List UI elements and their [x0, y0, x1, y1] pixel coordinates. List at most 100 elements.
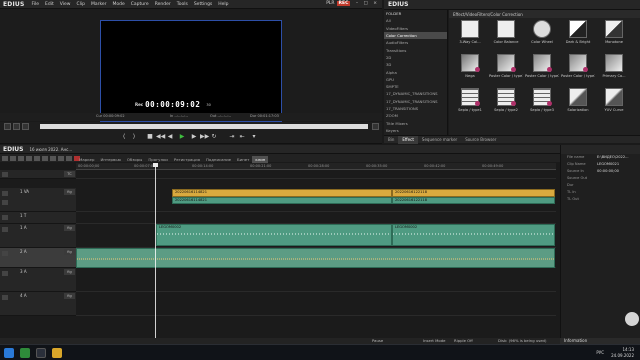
folder-item[interactable]: VideoFilters [384, 25, 447, 32]
rewind-icon[interactable]: ◀◀ [156, 133, 165, 141]
zoom-in-icon[interactable] [13, 123, 20, 130]
stop-icon[interactable]: ■ [146, 133, 154, 141]
folder-item[interactable]: All [384, 17, 447, 24]
tab-bin[interactable]: Bin [384, 136, 398, 144]
track-header[interactable]: 3 A fig [0, 268, 76, 292]
play-icon[interactable]: ▶ [178, 133, 186, 141]
clock[interactable]: 14:13 24.09.2022 [611, 347, 634, 358]
folder-item[interactable]: Alpha [384, 68, 447, 75]
menu-clip[interactable]: Clip [73, 2, 88, 7]
track-header[interactable]: TC [0, 170, 76, 179]
folder-item[interactable]: Title Mixers [384, 119, 447, 126]
close-icon[interactable]: × [373, 1, 377, 6]
redo-icon[interactable] [34, 155, 40, 161]
player-recorder-toggle[interactable]: PLR REC – □ × [326, 1, 377, 6]
tab-source-browser[interactable]: Source Browser [461, 136, 500, 144]
audio-clip[interactable] [76, 248, 555, 268]
new-sequence-icon[interactable] [2, 155, 8, 161]
track-header[interactable]: 1 T [0, 212, 76, 224]
language-indicator[interactable]: РУС [596, 350, 604, 355]
folder-item[interactable]: 17_DYNAMIC_TRANSITIONS [384, 90, 447, 97]
save-icon[interactable] [18, 155, 24, 161]
menu-view[interactable]: View [57, 2, 74, 7]
effect-item[interactable]: Color Balance [489, 20, 523, 50]
playhead[interactable] [155, 163, 156, 338]
folder-icon[interactable] [52, 348, 62, 358]
effect-item[interactable]: 3-Way Col... [453, 20, 487, 50]
plr-label[interactable]: PLR [326, 1, 334, 6]
effect-item[interactable]: Dark & Bright [561, 20, 595, 50]
sequence-tab[interactable]: Интервью [97, 156, 123, 163]
effect-item[interactable]: Sepia / type3 [525, 88, 559, 118]
effect-item[interactable]: Poster Color / type2 [525, 54, 559, 84]
sequence-tab-active[interactable]: клип [252, 156, 269, 163]
effect-item[interactable]: YUV Curve [597, 88, 631, 118]
sequence-tab[interactable]: Бинет [234, 156, 252, 163]
menu-render[interactable]: Render [152, 2, 174, 7]
track-header[interactable]: 1 VA fig [0, 188, 76, 212]
audio-clip[interactable]: LEGOM0002 [156, 224, 392, 246]
effect-item[interactable]: Poster Color / type3 [561, 54, 595, 84]
track-header-selected[interactable]: 2 A fig [0, 248, 76, 268]
title-icon[interactable] [2, 215, 8, 220]
position-slider[interactable] [40, 124, 368, 129]
folder-item[interactable]: SMPTE [384, 83, 447, 90]
sequence-tab[interactable]: Подписание [203, 156, 234, 163]
sequence-tab[interactable]: Прогулки [145, 156, 171, 163]
track-lane[interactable] [76, 292, 556, 316]
menu-capture[interactable]: Capture [128, 2, 152, 7]
folder-item[interactable]: ZOOM [384, 112, 447, 119]
preview-monitor[interactable]: Rec 00:00:09:02 30 [100, 20, 282, 122]
menu-settings[interactable]: Settings [191, 2, 215, 7]
tab-sequence-marker[interactable]: Sequence marker [418, 136, 461, 144]
audio-clip[interactable]: LEGOM0002 [392, 224, 555, 246]
undo-icon[interactable] [26, 155, 32, 161]
start-icon[interactable] [4, 348, 14, 358]
tab-effect[interactable]: Effect [398, 135, 418, 144]
sequence-tab[interactable]: Маркер [76, 156, 97, 163]
fast-forward-icon[interactable]: ▶▶ [200, 133, 209, 141]
loop-icon[interactable]: ↻ [210, 133, 218, 141]
menu-edit[interactable]: Edit [42, 2, 57, 7]
menu-mode[interactable]: Mode [110, 2, 128, 7]
folder-item[interactable]: Transitions [384, 46, 447, 53]
audio-icon[interactable] [2, 271, 8, 276]
track-header[interactable]: 1 A fig [0, 224, 76, 248]
folder-item[interactable]: 17_TRANSITIONS [384, 105, 447, 112]
folder-item[interactable]: 17_DYNAMIC_TRANSITIONS [384, 98, 447, 105]
track-lane[interactable] [76, 170, 556, 179]
audio-icon[interactable] [2, 227, 8, 232]
minimize-icon[interactable]: – [356, 1, 358, 6]
step-forward-icon[interactable]: ▶ [190, 133, 198, 141]
paste-icon[interactable] [58, 155, 64, 161]
audio-icon[interactable] [2, 200, 8, 205]
menu-tools[interactable]: Tools [174, 2, 191, 7]
effect-item[interactable]: Primary Co... [597, 54, 631, 84]
step-back-icon[interactable]: ◀ [166, 133, 174, 141]
timeline-ruler[interactable]: 00:00:00;00 00:00:07:00 00:00:14:00 00:0… [76, 163, 556, 170]
effect-item[interactable]: Color Wheel [525, 20, 559, 50]
track-switch[interactable]: fig [64, 269, 75, 275]
copy-icon[interactable] [50, 155, 56, 161]
track-switch[interactable]: fig [64, 189, 75, 195]
delete-icon[interactable] [66, 155, 72, 161]
set-in-icon[interactable]: ⟨ [120, 133, 128, 141]
folder-item[interactable]: GPU [384, 76, 447, 83]
playhead-handle[interactable] [153, 163, 158, 167]
menu-help[interactable]: Help [215, 2, 231, 7]
folder-item[interactable]: AudioFilters [384, 39, 447, 46]
track-switch[interactable]: TC [64, 171, 75, 177]
overwrite-icon[interactable]: ⇤ [238, 133, 246, 141]
insert-icon[interactable]: ⇥ [228, 133, 236, 141]
effect-item[interactable]: Monotone [597, 20, 631, 50]
folder-item-selected[interactable]: Color Correction [384, 31, 447, 40]
audio-clip[interactable]: 20220616122118 [392, 197, 555, 204]
audio-clip[interactable]: 20220616114821 [172, 197, 392, 204]
menu-file[interactable]: File [29, 2, 43, 7]
track-lane[interactable] [76, 248, 556, 268]
track-switch[interactable]: fig [64, 225, 75, 231]
cut-icon[interactable] [42, 155, 48, 161]
effect-item[interactable]: Sepia / type2 [489, 88, 523, 118]
track-switch[interactable]: fig [64, 249, 75, 255]
set-out-icon[interactable]: ⟩ [130, 133, 138, 141]
